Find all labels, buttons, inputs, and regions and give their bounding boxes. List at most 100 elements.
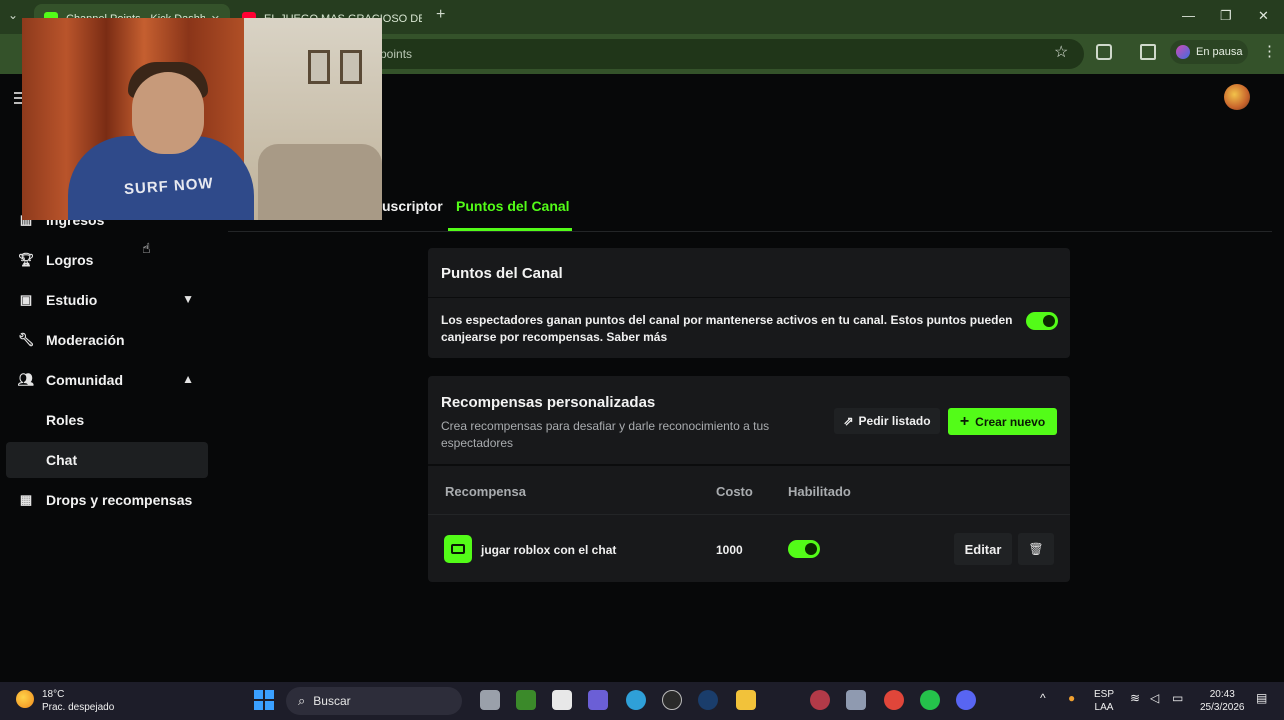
tab-search-icon[interactable]: ⌄	[8, 8, 18, 22]
user-avatar[interactable]	[1224, 84, 1250, 110]
reward-cost: 1000	[716, 543, 743, 557]
channel-points-toggle[interactable]	[1026, 312, 1058, 330]
studio-icon: ▣	[19, 292, 33, 307]
request-list-label: Pedir listado	[858, 414, 931, 428]
sidebar-item-estudio[interactable]: ▣ Estudio ▼	[6, 282, 208, 318]
notifications-icon[interactable]: ▤	[1256, 692, 1267, 705]
profile-avatar-icon	[1176, 45, 1190, 59]
channel-points-description: Los espectadores ganan puntos del canal …	[441, 313, 1013, 344]
reward-name: jugar roblox con el chat	[481, 543, 617, 557]
discord-icon[interactable]	[956, 690, 976, 710]
tab-puntos-del-canal[interactable]: Puntos del Canal	[456, 198, 570, 214]
app-icon[interactable]	[810, 690, 830, 710]
mouse-cursor-icon: ☝︎	[142, 240, 151, 256]
windows-taskbar: 18°C Prac. despejado ⌕ Buscar ^ ● ESP LA…	[0, 682, 1284, 720]
search-label: Buscar	[313, 694, 351, 708]
external-link-icon: ⇗	[843, 414, 854, 428]
sidebar-item-drops[interactable]: ▦ Drops y recompensas	[6, 482, 208, 518]
whatsapp-icon[interactable]	[920, 690, 940, 710]
trash-icon: 🗑︎	[1028, 542, 1044, 556]
request-list-button[interactable]: ⇗ Pedir listado	[834, 408, 940, 434]
clock-date: 25/3/2026	[1200, 702, 1245, 713]
create-new-label: Crear nuevo	[975, 414, 1046, 429]
calculator-icon[interactable]	[846, 690, 866, 710]
weather-temp: 18°C	[42, 689, 65, 700]
drops-icon: ▦	[19, 492, 33, 507]
profile-status: En pausa	[1196, 46, 1243, 58]
microphone-icon[interactable]: ●	[1068, 692, 1075, 705]
channel-points-title: Puntos del Canal	[428, 248, 1070, 298]
settings-tabs: uscriptor Puntos del Canal	[228, 192, 1272, 232]
sidebar-item-label: Drops y recompensas	[46, 492, 193, 508]
sidebar-item-label: Chat	[46, 452, 78, 468]
sidebar-item-label: Estudio	[46, 292, 98, 308]
sidebar-item-label: Comunidad	[46, 372, 123, 388]
reward-enabled-toggle[interactable]	[788, 540, 820, 558]
chrome-icon[interactable]	[884, 690, 904, 710]
volume-icon[interactable]: ◁	[1150, 692, 1159, 705]
clock-time: 20:43	[1209, 689, 1235, 700]
rewards-subtitle: Crea recompensas para desafiar y darle r…	[441, 419, 770, 450]
url-text: points	[380, 47, 413, 61]
store-icon[interactable]	[552, 690, 572, 710]
column-header-cost: Costo	[716, 484, 753, 499]
sidebar-item-chat[interactable]: Chat	[6, 442, 208, 478]
close-window-icon[interactable]: ✕	[1258, 8, 1269, 24]
divider	[428, 514, 1070, 515]
media-control-icon[interactable]	[1140, 44, 1156, 60]
battery-icon[interactable]: ▭	[1172, 692, 1183, 705]
weather-widget[interactable]: 18°C Prac. despejado	[42, 688, 114, 714]
column-header-reward: Recompensa	[445, 484, 526, 499]
teams-icon[interactable]	[588, 690, 608, 710]
language-indicator[interactable]: ESP LAA	[1094, 688, 1114, 714]
tab-suscriptor[interactable]: uscriptor	[382, 198, 443, 214]
taskbar-search[interactable]: ⌕ Buscar	[286, 687, 462, 715]
sidebar-item-label: Roles	[46, 412, 85, 428]
custom-rewards-card: Recompensas personalizadas Crea recompen…	[428, 376, 1070, 582]
channel-points-card: Puntos del Canal Los espectadores ganan …	[428, 248, 1070, 358]
edge-icon[interactable]	[626, 690, 646, 710]
profile-button[interactable]: En pausa	[1170, 40, 1248, 64]
divider	[428, 464, 1070, 466]
sidebar-item-logros[interactable]: 🏆︎ Logros	[6, 242, 208, 278]
minecraft-icon[interactable]	[516, 690, 536, 710]
sidebar-item-roles[interactable]: Roles	[6, 402, 208, 438]
rewards-title: Recompensas personalizadas	[441, 394, 656, 411]
clock[interactable]: 20:43 25/3/2026	[1200, 688, 1245, 714]
browser-menu-icon[interactable]: ⋮	[1262, 42, 1277, 60]
sidebar-item-comunidad[interactable]: 👥︎ Comunidad ▲	[6, 362, 208, 398]
sidebar-item-moderacion[interactable]: 🔧︎ Moderación	[6, 322, 208, 358]
plus-icon: +	[959, 412, 970, 430]
wrench-icon: 🔧︎	[17, 332, 35, 347]
windows-start-icon[interactable]	[254, 690, 274, 710]
weather-sun-icon[interactable]	[16, 690, 34, 708]
file-explorer-icon[interactable]	[736, 690, 756, 710]
weather-desc: Prac. despejado	[42, 702, 115, 713]
dell-icon[interactable]	[662, 690, 682, 710]
tray-chevron-icon[interactable]: ^	[1040, 692, 1046, 705]
extensions-icon[interactable]	[1096, 44, 1112, 60]
chevron-down-icon: ▼	[182, 292, 194, 306]
column-header-enabled: Habilitado	[788, 484, 851, 499]
trophy-icon: 🏆︎	[17, 252, 35, 267]
reward-ticket-icon	[444, 535, 472, 563]
active-tab-indicator	[448, 228, 572, 231]
chevron-up-icon: ▲	[182, 372, 194, 386]
minimize-icon[interactable]: —	[1182, 8, 1195, 23]
lang-bottom: LAA	[1094, 702, 1114, 713]
new-tab-icon[interactable]: +	[436, 6, 445, 24]
edit-reward-button[interactable]: Editar	[954, 533, 1012, 565]
search-icon: ⌕	[298, 693, 306, 708]
steam-icon[interactable]	[698, 690, 718, 710]
lang-top: ESP	[1094, 689, 1115, 700]
sidebar: ▥ Ingresos 🏆︎ Logros ▣ Estudio ▼ 🔧︎ Mode…	[6, 202, 208, 522]
task-view-icon[interactable]	[480, 690, 500, 710]
community-icon: 👥︎	[17, 372, 35, 387]
sidebar-item-label: Logros	[46, 252, 94, 268]
sidebar-item-label: Moderación	[46, 332, 125, 348]
delete-reward-button[interactable]: 🗑︎	[1018, 533, 1054, 565]
restore-icon[interactable]: ❐	[1220, 8, 1232, 24]
bookmark-star-icon[interactable]: ☆	[1054, 42, 1068, 62]
wifi-icon[interactable]: ≋	[1130, 692, 1140, 705]
create-new-button[interactable]: + Crear nuevo	[948, 408, 1057, 435]
